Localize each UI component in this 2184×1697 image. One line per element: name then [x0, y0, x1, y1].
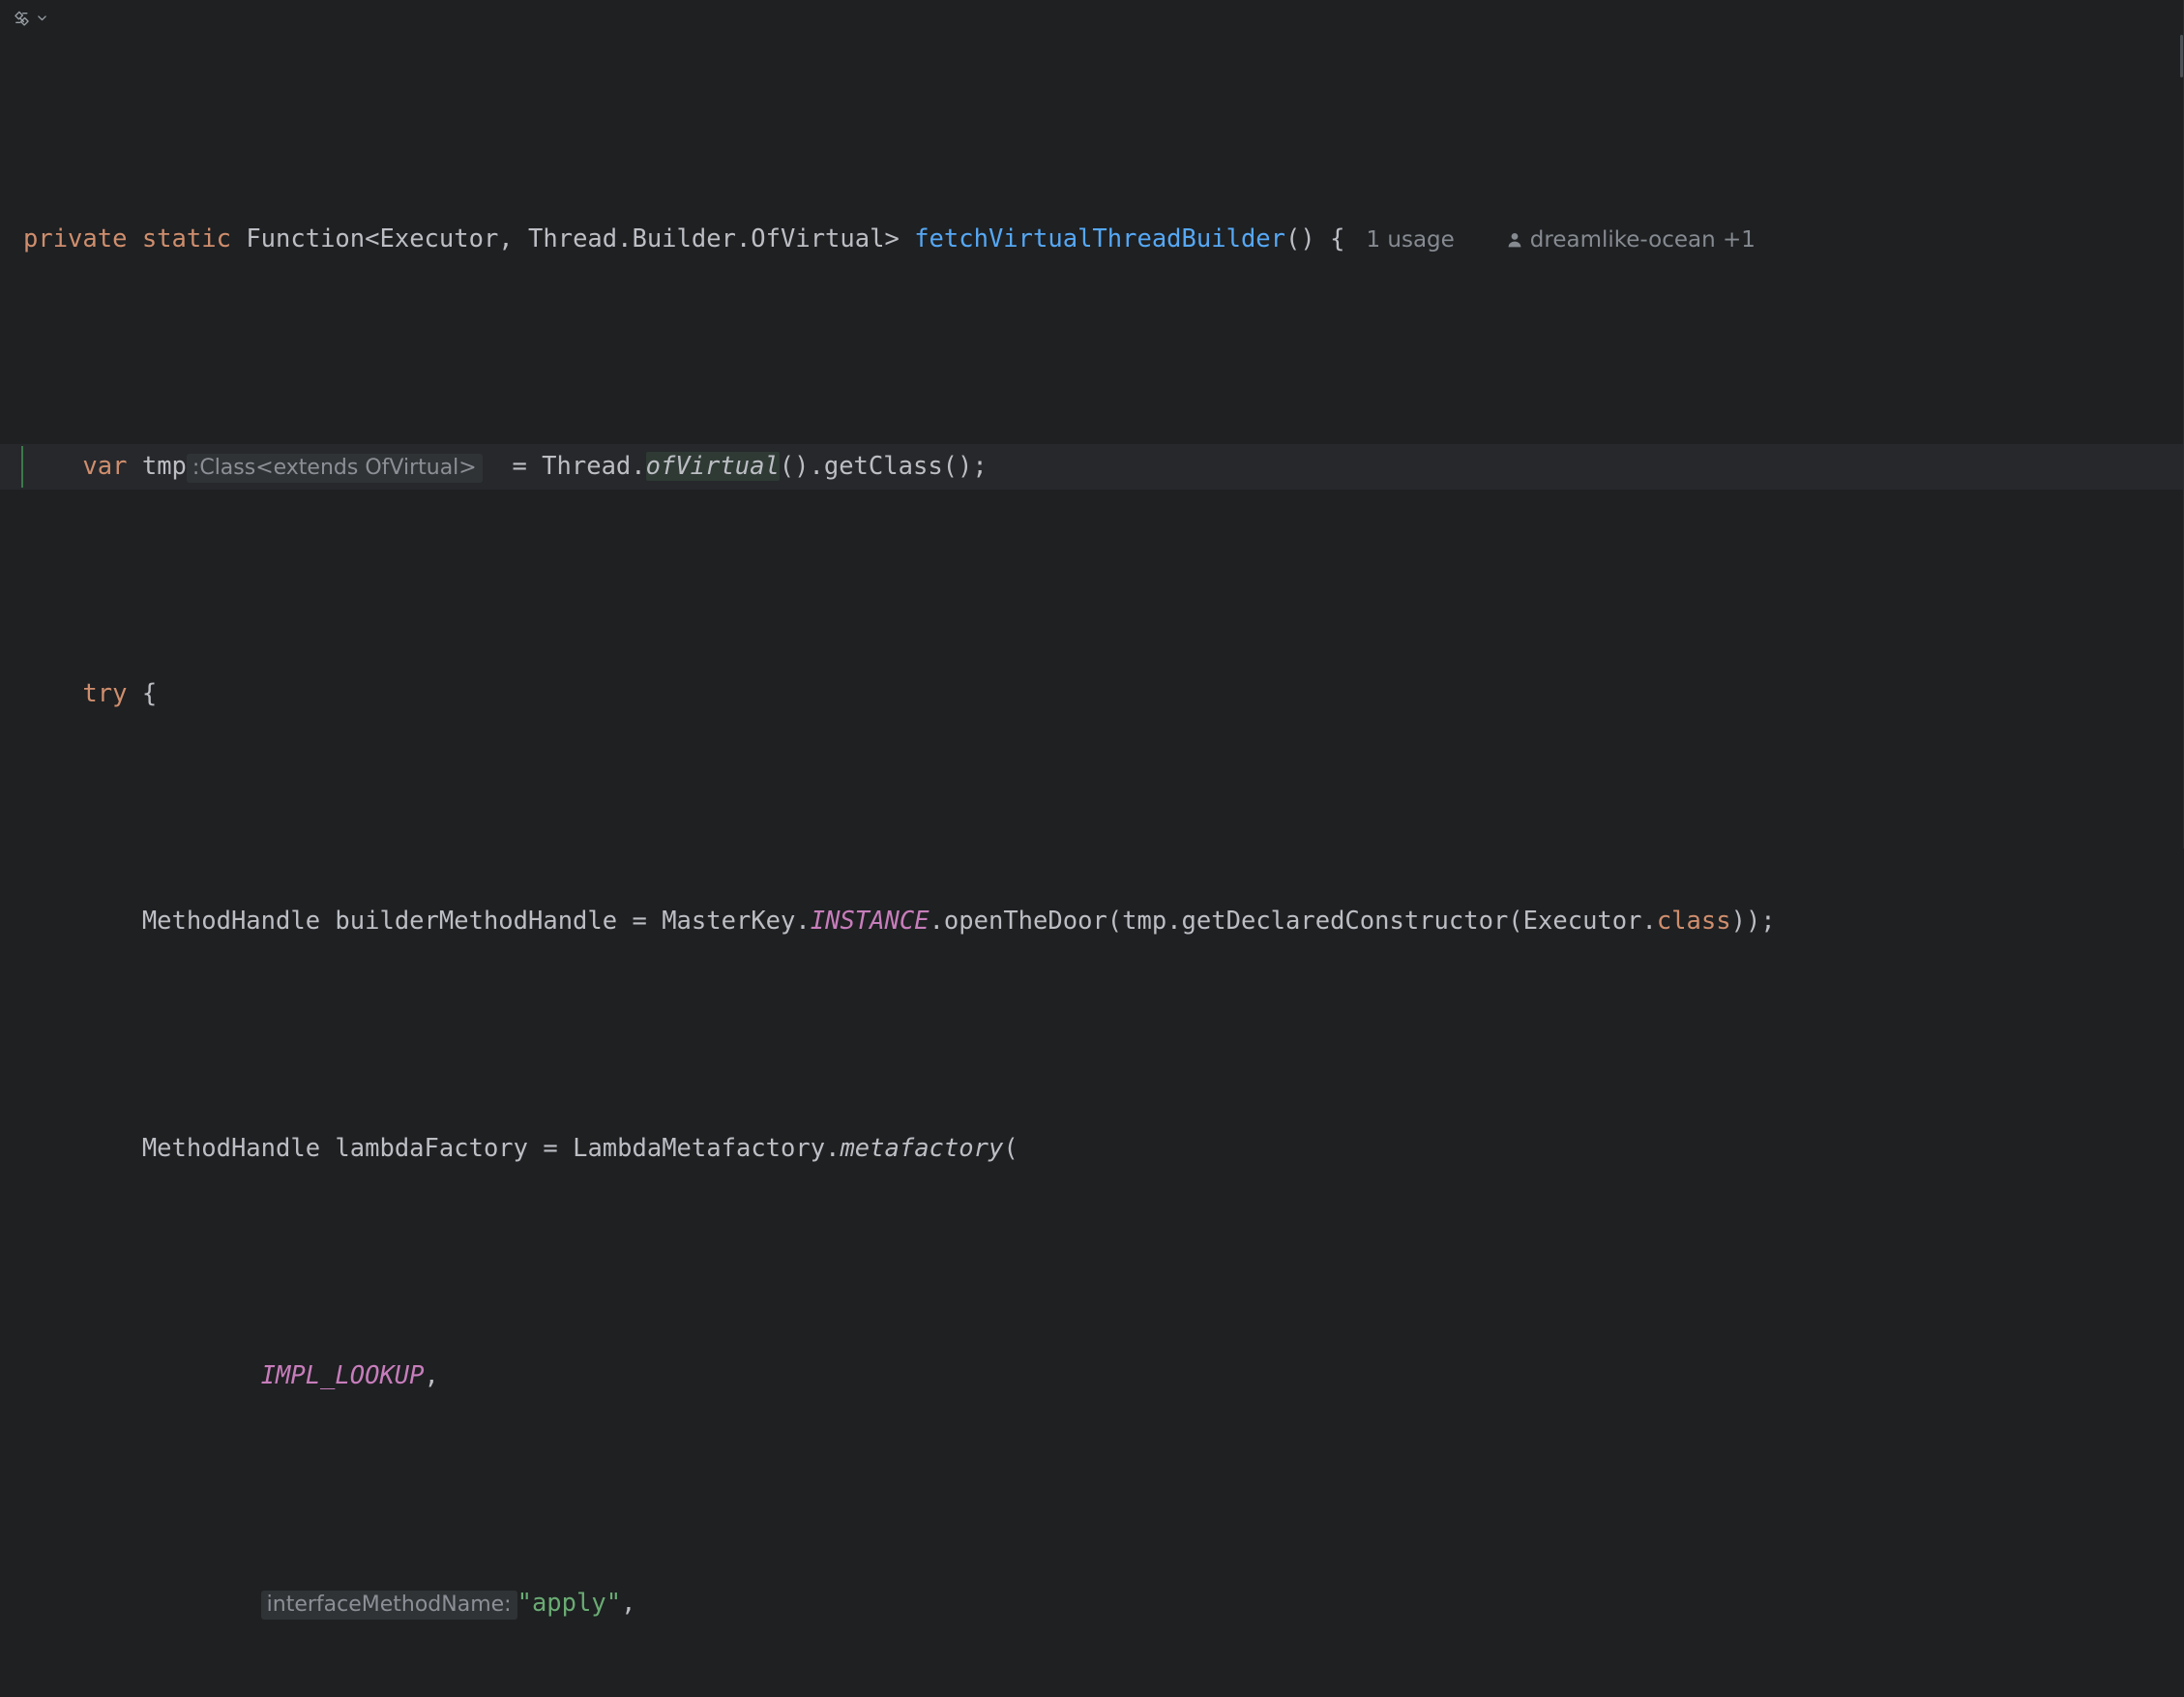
keyword-var: var — [82, 452, 128, 481]
variable-buildermethodhandle: builderMethodHandle — [335, 907, 618, 936]
assign-operator: = — [512, 452, 527, 481]
open-paren: ( — [1003, 1134, 1018, 1163]
keyword-try: try — [82, 679, 128, 708]
code-line-7[interactable]: interfaceMethodName: "apply", — [0, 1581, 2184, 1626]
method-metafactory[interactable]: metafactory — [840, 1134, 1003, 1163]
person-icon — [1508, 233, 1521, 248]
editor-scrollbar[interactable] — [2180, 35, 2184, 848]
type-methodhandle: MethodHandle — [141, 1134, 321, 1163]
code-line-3[interactable]: try { — [0, 671, 2184, 717]
inlay-hint-usages[interactable]: 1 usage — [1366, 227, 1454, 253]
method-parens: () — [1285, 224, 1315, 253]
static-field-instance[interactable]: INSTANCE — [811, 907, 930, 936]
line2-tail: ().getClass(); — [779, 452, 988, 481]
scrollbar-thumb — [2180, 35, 2183, 77]
variable-lambdafactory: lambdaFactory — [335, 1134, 529, 1163]
inlay-hint-type-text: Class<extends OfVirtual> — [199, 456, 477, 480]
open-brace: { — [141, 679, 158, 708]
type-methodhandle: MethodHandle — [141, 907, 321, 936]
class-thread: Thread. — [542, 452, 646, 481]
method-ofvirtual[interactable]: ofVirtual — [645, 452, 780, 481]
run-method-gutter-button[interactable] — [12, 8, 47, 28]
open-brace: { — [1330, 224, 1345, 253]
comma: , — [424, 1361, 439, 1390]
assign-operator: = — [543, 1134, 558, 1163]
assign-operator: = — [632, 907, 647, 936]
code-content[interactable]: private static Function<Executor, Thread… — [0, 35, 2184, 1697]
inlay-hint-author[interactable]: dreamlike-ocean +1 — [1505, 227, 1756, 253]
inlay-hint-var-type[interactable]: :Class<extends OfVirtual> — [186, 454, 483, 483]
code-line-2[interactable]: var tmp:Class<extends OfVirtual> = Threa… — [0, 444, 2184, 490]
chevron-down-icon[interactable] — [37, 13, 47, 23]
return-type: Function<Executor, Thread.Builder.OfVirt… — [246, 224, 900, 253]
class-lambdametafactory: LambdaMetafactory. — [573, 1134, 841, 1163]
code-editor[interactable]: private static Function<Executor, Thread… — [0, 0, 2184, 1620]
code-line-4[interactable]: MethodHandle builderMethodHandle = Maste… — [0, 899, 2184, 944]
code-line-6[interactable]: IMPL_LOOKUP, — [0, 1354, 2184, 1399]
keyword-static: static — [141, 224, 231, 253]
line4-mid: .openTheDoor(tmp.getDeclaredConstructor(… — [929, 907, 1657, 936]
keyword-private: private — [23, 224, 128, 253]
class-masterkey: MasterKey. — [662, 907, 811, 936]
line4-tail: )); — [1730, 907, 1776, 936]
java-bean-run-icon — [15, 11, 29, 26]
string-literal-apply: "apply" — [516, 1589, 622, 1618]
method-name[interactable]: fetchVirtualThreadBuilder — [914, 224, 1285, 253]
inlay-hint-param-name[interactable]: interfaceMethodName: — [260, 1591, 517, 1620]
inlay-hint-author-label: dreamlike-ocean +1 — [1529, 227, 1756, 253]
static-field-impl-lookup[interactable]: IMPL_LOOKUP — [261, 1361, 425, 1390]
editor-gutter-top — [0, 0, 2184, 35]
comma: , — [621, 1589, 636, 1618]
variable-tmp: tmp — [141, 452, 187, 481]
keyword-class: class — [1656, 907, 1731, 936]
code-line-5[interactable]: MethodHandle lambdaFactory = LambdaMetaf… — [0, 1126, 2184, 1172]
code-line-1[interactable]: private static Function<Executor, Thread… — [0, 217, 2184, 262]
